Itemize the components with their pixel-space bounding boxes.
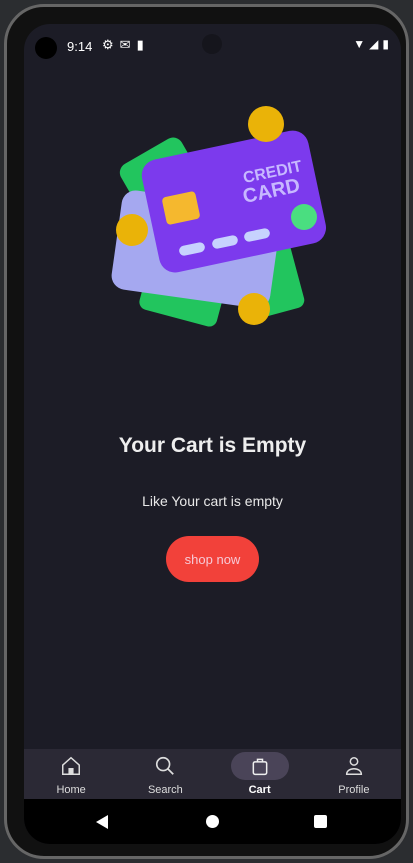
wifi-icon: ▼ [353,37,366,51]
home-circle-icon[interactable] [206,815,219,828]
nav-label: Home [56,784,86,796]
nav-item-cart[interactable]: Cart [213,749,307,799]
bottom-nav: Home Search Cart Profile [24,749,401,799]
battery-icon: ▮ [382,37,389,51]
nav-item-search[interactable]: Search [118,749,212,799]
front-camera [202,34,222,54]
shop-now-button[interactable]: shop now [166,536,259,582]
person-icon [325,752,383,780]
back-icon[interactable] [96,815,108,829]
settings-icon: ⚙ [102,37,114,52]
nav-label: Profile [338,784,370,796]
credit-card-illustration: CREDIT CARD [111,106,327,327]
status-time: 9:14 [67,39,93,54]
mail-icon: ✉ [119,37,131,52]
search-icon [136,752,194,780]
signal-icon: ◢ [369,37,379,51]
status-bar: 9:14 ⚙ ✉ ▮ ▼ ◢ ▮ [24,24,401,66]
camera-cutout [35,37,57,59]
nav-label: Search [147,784,183,796]
shopping-bag-icon [230,752,289,780]
nav-item-home[interactable]: Home [24,749,118,799]
system-nav-bar [24,799,401,844]
sd-card-icon: ▮ [136,37,144,52]
recents-icon[interactable] [314,815,327,828]
empty-cart-subtitle: Like Your cart is empty [142,493,283,509]
phone-frame: 9:14 ⚙ ✉ ▮ ▼ ◢ ▮ CREDIT CARD Your Cart is Em… [4,4,409,859]
nav-label: Cart [248,784,271,796]
nav-item-profile[interactable]: Profile [307,749,401,799]
home-icon [42,752,100,780]
empty-cart-title: Your Cart is Empty [118,434,307,457]
screen: 9:14 ⚙ ✉ ▮ ▼ ◢ ▮ CREDIT CARD Your Cart is Em… [24,24,401,844]
